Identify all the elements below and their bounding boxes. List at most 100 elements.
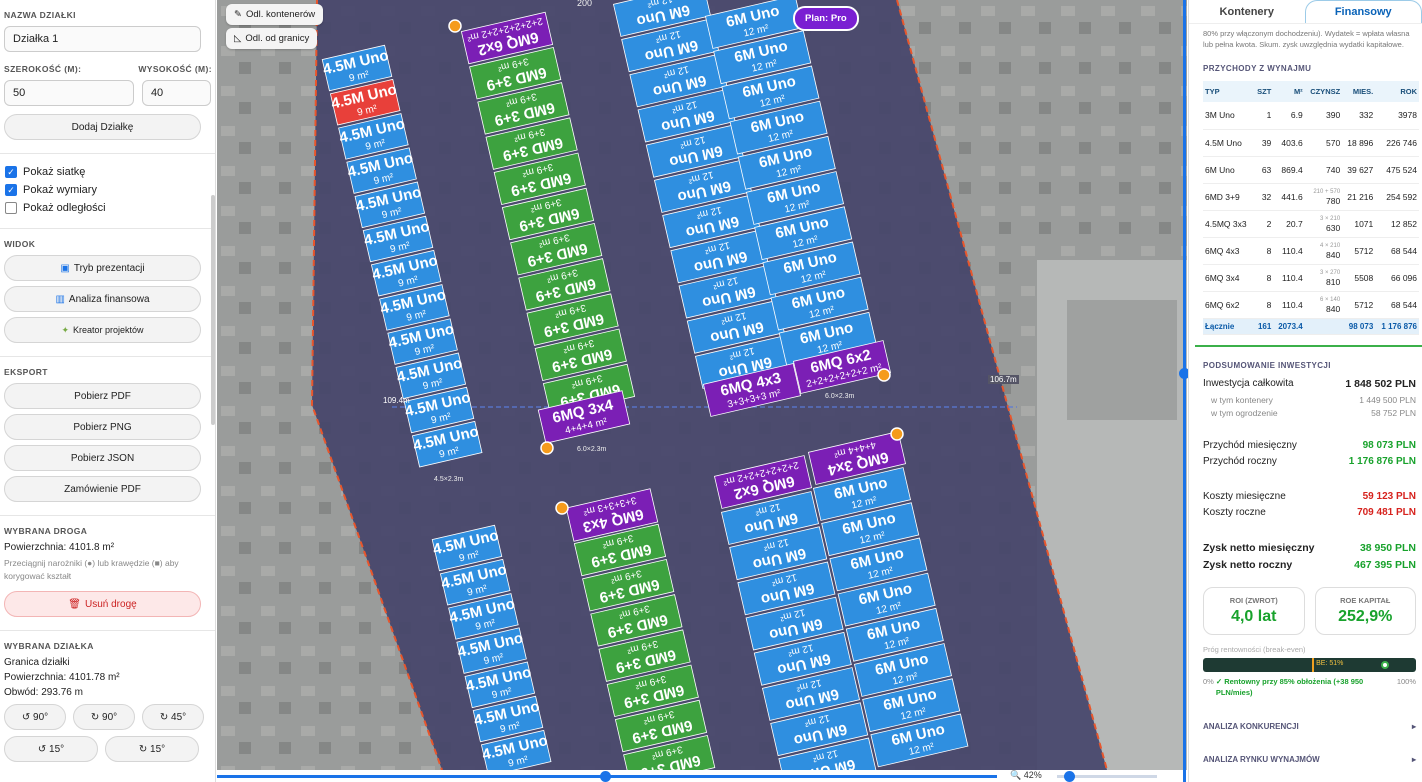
- tab-finance[interactable]: Finansowy: [1304, 0, 1422, 23]
- download-pdf-button[interactable]: Pobierz PDF: [4, 383, 201, 409]
- monthly-cost-value: 59 123 PLN: [1362, 490, 1416, 502]
- rent-table-total-cell: 161: [1253, 318, 1274, 335]
- presentation-button[interactable]: ▣ Tryb prezentacji: [4, 255, 201, 281]
- rotate-ccw-90-button[interactable]: ↺ 90°: [4, 704, 66, 730]
- monitor-icon: ▣: [60, 262, 70, 274]
- rent-table-cell: 390: [1304, 102, 1343, 130]
- plot-form: NAZWA DZIAŁKI Działka 1 SZEROKOŚĆ (M): W…: [0, 0, 215, 154]
- break-even-note: ✓ Rentowny przy 85% obłożenia (+38 950 P…: [1215, 676, 1364, 697]
- rent-table-total-cell: Łącznie: [1203, 318, 1254, 335]
- net-yearly-value: 467 395 PLN: [1354, 558, 1416, 571]
- yearly-cost-value: 709 481 PLN: [1357, 506, 1416, 518]
- rent-table-total-cell: 1 176 876: [1375, 318, 1419, 335]
- rent-table-cell: 210 + 570 780: [1304, 183, 1343, 211]
- corner-handle[interactable]: [890, 427, 904, 441]
- rent-table-cell: 39 627: [1342, 156, 1376, 184]
- rent-table-cell: 441.6: [1273, 183, 1305, 211]
- panel-divider[interactable]: [1183, 0, 1186, 782]
- investment-containers-value: 1 449 500 PLN: [1359, 394, 1416, 405]
- corner-handle[interactable]: [877, 368, 891, 382]
- width-label: SZEROKOŚĆ (M):: [4, 64, 82, 74]
- rent-table-cell: 8: [1253, 264, 1274, 292]
- top-dimension: 200: [577, 0, 593, 8]
- rotate-cw-15-button[interactable]: ↻ 15°: [105, 736, 199, 762]
- view-section: WIDOK ▣ Tryb prezentacji ▥ Analiza finanso…: [0, 229, 215, 357]
- width-input[interactable]: 50: [4, 80, 134, 106]
- left-panel: NAZWA DZIAŁKI Działka 1 SZEROKOŚĆ (M): W…: [0, 0, 216, 782]
- competition-analysis-accordion[interactable]: ANALIZA KONKURENCJI ▸: [1203, 722, 1416, 731]
- rent-table-cell: 332: [1342, 102, 1376, 130]
- plan-badge[interactable]: Plan: Pro: [793, 6, 859, 31]
- rent-table-cell: 110.4: [1273, 264, 1305, 292]
- corner-handle[interactable]: [448, 19, 462, 33]
- rent-table-cell: 8: [1253, 291, 1274, 319]
- chevron-right-icon: ▸: [1411, 754, 1416, 764]
- show-grid-checkbox[interactable]: ✓ Pokaż siatkę: [5, 166, 211, 178]
- rent-table-cell: 110.4: [1273, 237, 1305, 265]
- checkbox-empty-icon: [5, 202, 17, 214]
- rent-table-row: 6MQ 3x4 8 110.4 3 × 270 810 5508 66 096: [1203, 264, 1419, 292]
- rent-table-row: 6MQ 4x3 8 110.4 4 × 210 840 5712 68 544: [1203, 237, 1419, 265]
- panel-tabs: Kontenery Finansowy: [1189, 0, 1422, 24]
- order-pdf-button[interactable]: Zamówienie PDF: [4, 476, 201, 502]
- rotate-cw-90-button[interactable]: ↻ 90°: [73, 704, 135, 730]
- download-png-button[interactable]: Pobierz PNG: [4, 414, 201, 440]
- roe-value: 252,9%: [1338, 607, 1393, 625]
- financial-analysis-button[interactable]: ▥ Analiza finansowa: [4, 286, 201, 312]
- download-json-button[interactable]: Pobierz JSON: [4, 445, 201, 471]
- rent-table-cell: 6MQ 6x2: [1203, 291, 1254, 319]
- zoom-level: 🔍 42%: [1010, 770, 1042, 780]
- rent-table-cell: 1: [1253, 102, 1274, 130]
- add-plot-button[interactable]: Dodaj Działkę: [4, 114, 201, 140]
- rent-table-cell: 3 × 270 810: [1304, 264, 1343, 292]
- delete-road-button[interactable]: 🗑 Usuń drogę: [4, 591, 201, 617]
- rent-table-cell: 570: [1304, 129, 1343, 157]
- rent-table-header-cell: MIES.: [1342, 81, 1376, 102]
- rent-table-cell: 254 592: [1375, 183, 1419, 211]
- column-label-3: 6.0×2.3m: [825, 393, 855, 400]
- rent-table-cell: 1071: [1342, 210, 1376, 238]
- rent-table-cell: 66 096: [1375, 264, 1419, 292]
- project-wizard-button[interactable]: ✦ Kreator projektów: [4, 317, 201, 343]
- break-even-label: Próg rentowności (break-even): [1203, 644, 1306, 654]
- map-canvas[interactable]: 4.5M Uno 9 m² 4.5M Uno 9 m² 4.5M Uno 9 m² 4.5M…: [217, 0, 1187, 770]
- rent-table-cell: 68 544: [1375, 291, 1419, 319]
- rent-table-cell: 403.6: [1273, 129, 1305, 157]
- rent-table-cell: 12 852: [1375, 210, 1419, 238]
- road-area: Powierzchnia: 4101.8 m²: [4, 542, 115, 553]
- yearly-cost-label: Koszty roczne: [1203, 506, 1266, 518]
- corner-handle[interactable]: [555, 501, 569, 515]
- plot-section: WYBRANA DZIAŁKA Granica działki Powierzc…: [0, 631, 215, 770]
- show-dims-checkbox[interactable]: ✓ Pokaż wymiary: [5, 184, 211, 196]
- map-svg[interactable]: 4.5M Uno9 m²4.5M Uno9 m²4.5M Uno9 m²4.5M…: [217, 0, 1187, 770]
- corner-handle[interactable]: [540, 441, 554, 455]
- net-monthly-label: Zysk netto miesięczny: [1203, 541, 1315, 554]
- rent-table-row: 6MQ 6x2 8 110.4 6 × 140 840 5712 68 544: [1203, 291, 1419, 319]
- show-dist-checkbox[interactable]: Pokaż odległości: [5, 202, 211, 214]
- rent-table-cell: 6 × 140 840: [1304, 291, 1343, 319]
- break-even-min: 0%: [1203, 676, 1214, 686]
- investment-fence-value: 58 752 PLN: [1371, 407, 1416, 418]
- rotate-ccw-15-button[interactable]: ↺ 15°: [4, 736, 98, 762]
- market-analysis-accordion[interactable]: ANALIZA RYNKU WYNAJMÓW ▸: [1203, 755, 1416, 764]
- height-input[interactable]: 40: [141, 80, 211, 106]
- rent-table-total-cell: 98 073: [1342, 318, 1376, 335]
- left-scrollbar[interactable]: [211, 195, 215, 425]
- plot-name-input[interactable]: Działka 1: [4, 26, 201, 52]
- plot-border: Granica działki: [4, 657, 70, 668]
- monthly-income-label: Przychód miesięczny: [1203, 439, 1297, 451]
- tab-containers[interactable]: Kontenery: [1189, 0, 1305, 23]
- road-hint: Przeciągnij narożniki (●) lub krawędzie …: [4, 558, 179, 581]
- break-even-marker: [1312, 657, 1315, 672]
- horizontal-scroll-thumb[interactable]: [600, 771, 611, 782]
- distance-containers-button[interactable]: ✎ Odl. kontenerów: [226, 4, 324, 25]
- plot-perimeter: Obwód: 293.76 m: [4, 687, 83, 698]
- rent-table-cell: 6MQ 3x4: [1203, 264, 1254, 292]
- check-icon: ✓: [5, 184, 17, 196]
- distance-border-button[interactable]: ◺ Odl. od granicy: [226, 28, 318, 49]
- zoom-slider-thumb[interactable]: [1064, 771, 1075, 782]
- investment-containers-label: w tym kontenery: [1211, 394, 1273, 405]
- rotate-cw-45-button[interactable]: ↻ 45°: [142, 704, 204, 730]
- rent-table-cell: 6MQ 4x3: [1203, 237, 1254, 265]
- column-label-1: 4.5×2.3m: [434, 476, 464, 483]
